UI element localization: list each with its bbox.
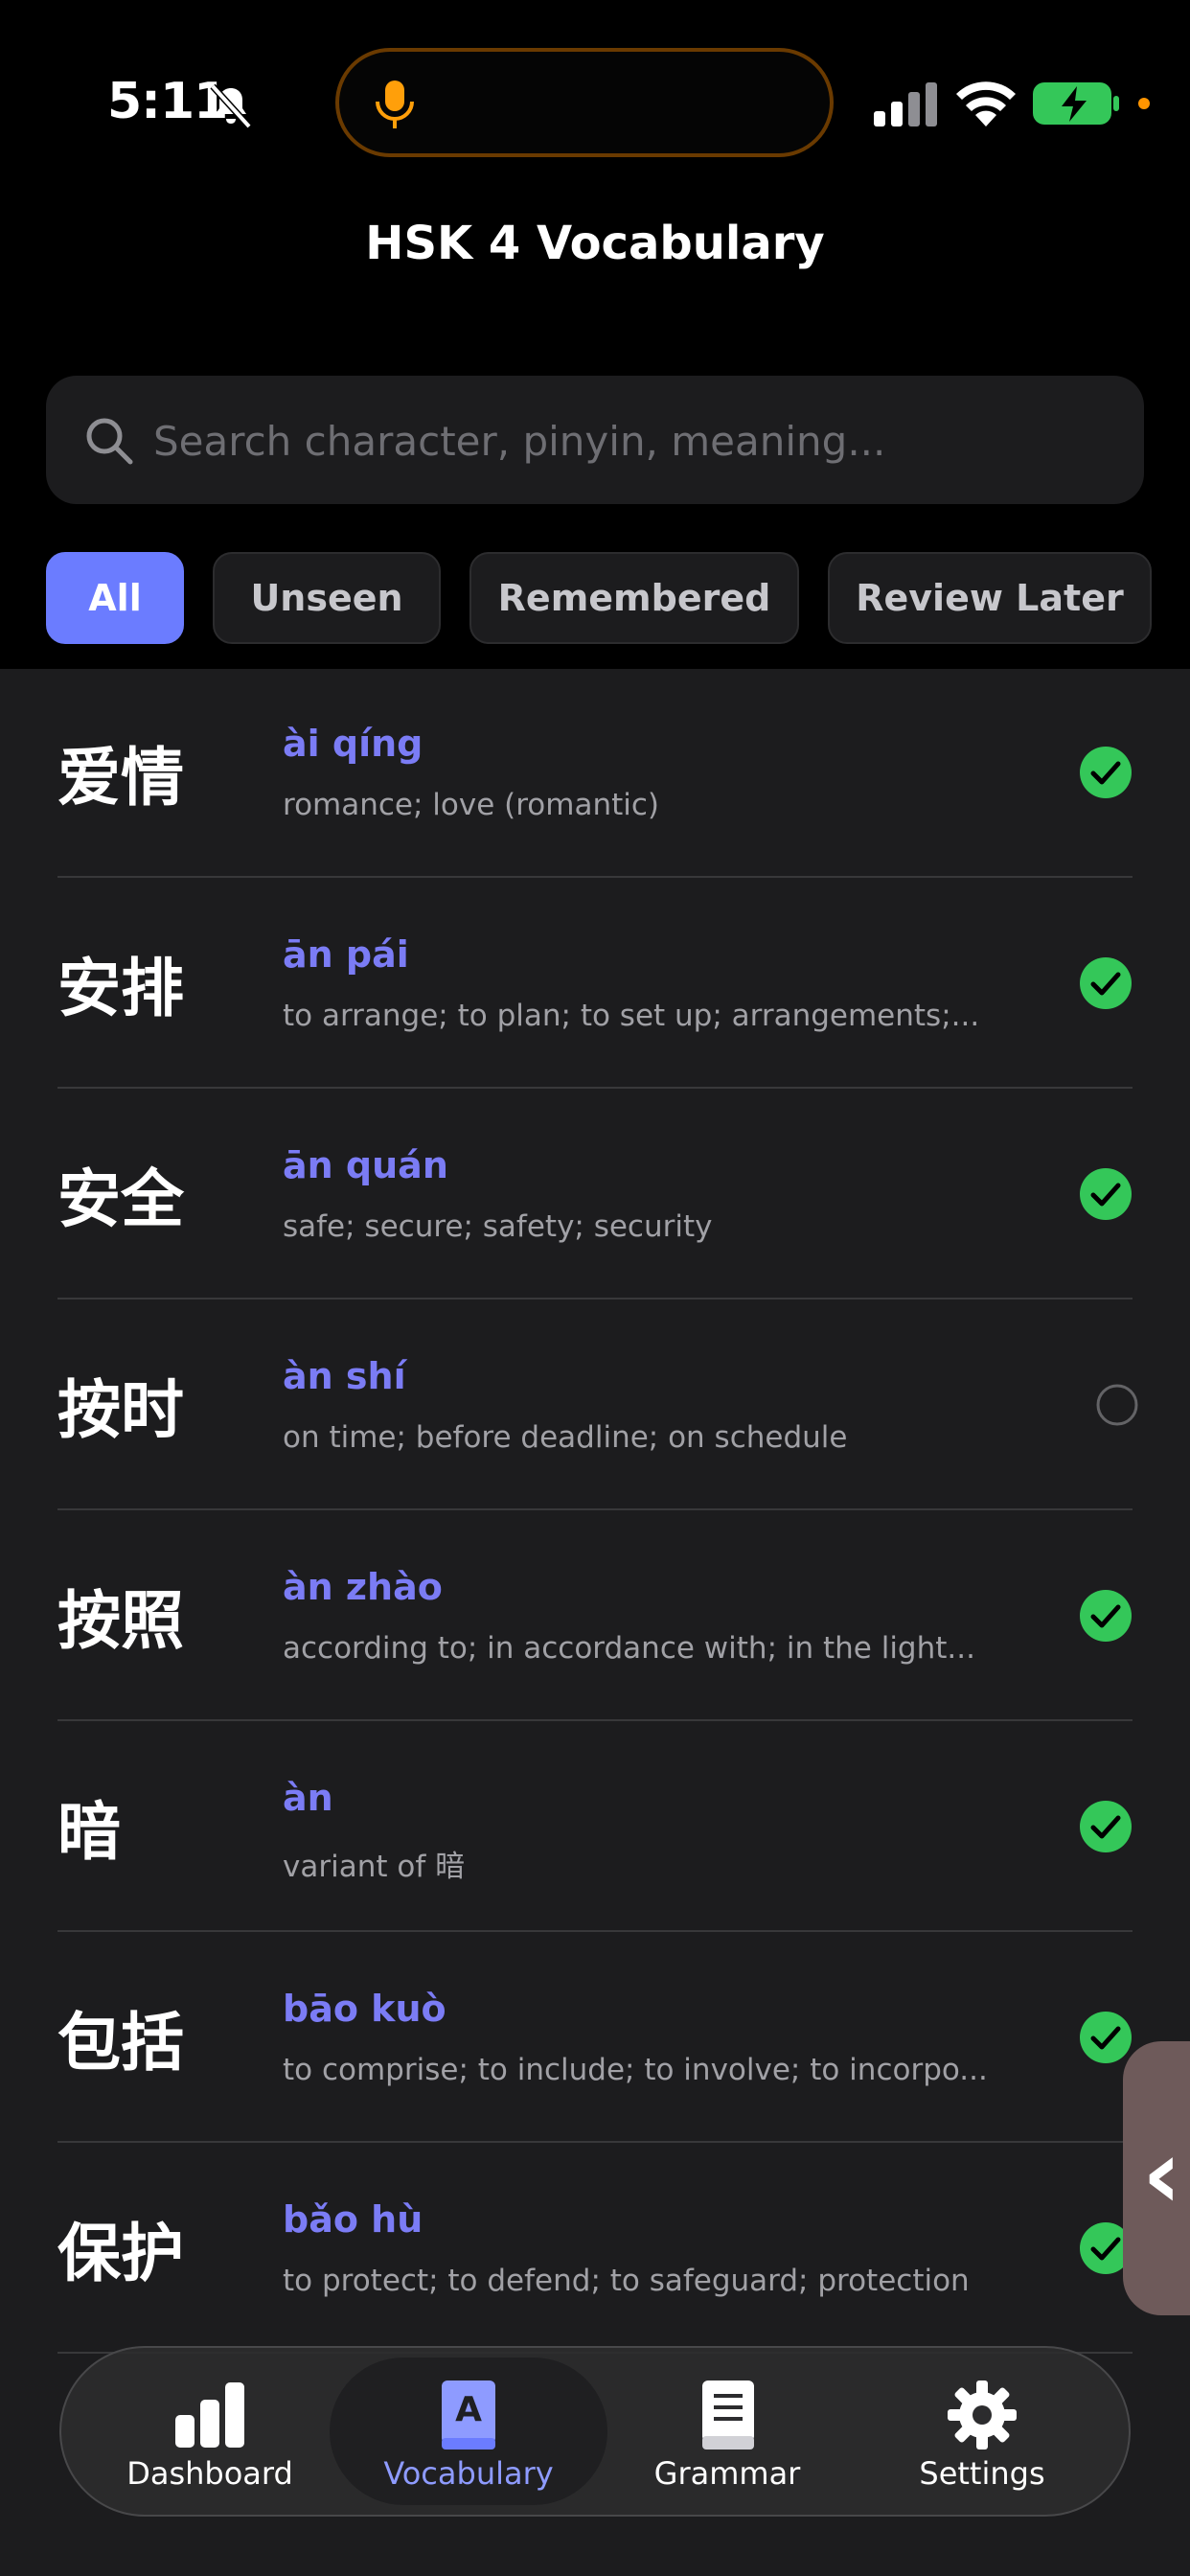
vocab-hanzi: 按时 — [57, 1373, 184, 1447]
filter-review-later[interactable]: Review Later — [828, 552, 1152, 644]
vocab-hanzi: 保护 — [57, 2217, 184, 2290]
privacy-indicator — [1138, 98, 1150, 109]
page-title: HSK 4 Vocabulary — [365, 217, 825, 270]
vocab-hanzi: 暗 — [57, 1795, 121, 1869]
vocab-pinyin: ài qíng — [283, 723, 423, 765]
vocab-meaning: according to; in accordance with; in the… — [283, 1631, 975, 1666]
tab-label: Dashboard — [126, 2455, 293, 2492]
vocab-hanzi: 包括 — [57, 2006, 184, 2080]
vocab-row[interactable]: 暗 àn variant of 暗 — [57, 1723, 1133, 1932]
filter-unseen[interactable]: Unseen — [213, 552, 441, 644]
vocab-pinyin: ān pái — [283, 933, 409, 976]
empty-circle-icon[interactable] — [1090, 1378, 1144, 1432]
wifi-icon — [956, 81, 1016, 126]
vocab-hanzi: 按照 — [57, 1584, 184, 1658]
check-circle-icon[interactable] — [1079, 1167, 1133, 1221]
status-bar: 5:11 — [0, 0, 1190, 192]
gear-icon — [948, 2380, 1017, 2450]
vocab-row[interactable]: 安全 ān quán safe; secure; safety; securit… — [57, 1091, 1133, 1300]
vocab-meaning: to comprise; to include; to involve; to … — [283, 2053, 988, 2087]
vocab-meaning: romance; love (romantic) — [283, 788, 660, 822]
bar-chart-icon — [175, 2382, 244, 2448]
tab-grammar[interactable]: Grammar — [607, 2348, 847, 2515]
tab-vocabulary[interactable]: A Vocabulary — [330, 2358, 607, 2505]
book-icon — [702, 2380, 754, 2450]
svg-text:A: A — [455, 2390, 482, 2429]
chevron-left-icon: ‹ — [1142, 2118, 1182, 2230]
vocab-row[interactable]: 包括 bāo kuò to comprise; to include; to i… — [57, 1934, 1133, 2143]
vocab-pinyin: àn shí — [283, 1355, 406, 1397]
check-circle-icon[interactable] — [1079, 746, 1133, 799]
check-circle-icon[interactable] — [1079, 956, 1133, 1010]
vocab-meaning: to arrange; to plan; to set up; arrangem… — [283, 999, 980, 1033]
tab-settings[interactable]: Settings — [862, 2348, 1102, 2515]
vocab-meaning: to protect; to defend; to safeguard; pro… — [283, 2264, 970, 2298]
vocab-meaning: on time; before deadline; on schedule — [283, 1420, 848, 1455]
vocab-pinyin: ān quán — [283, 1144, 448, 1186]
vocab-pinyin: bāo kuò — [283, 1988, 446, 2030]
check-circle-icon[interactable] — [1079, 1589, 1133, 1643]
side-drawer-handle[interactable]: ‹ — [1123, 2041, 1190, 2315]
vocab-pinyin: bǎo hù — [283, 2198, 423, 2241]
search-icon — [86, 418, 133, 465]
filter-remembered[interactable]: Remembered — [469, 552, 799, 644]
dynamic-island — [335, 48, 834, 157]
tab-dashboard[interactable]: Dashboard — [90, 2348, 330, 2515]
check-circle-icon[interactable] — [1079, 1800, 1133, 1853]
vocab-pinyin: àn zhào — [283, 1566, 443, 1608]
vocab-meaning: variant of 暗 — [283, 1850, 466, 1884]
tab-bar: Dashboard A Vocabulary Grammar Settings — [59, 2346, 1131, 2517]
vocab-row[interactable]: 按时 àn shí on time; before deadline; on s… — [57, 1301, 1138, 1510]
check-circle-icon[interactable] — [1079, 2011, 1133, 2064]
dictionary-icon: A — [442, 2380, 495, 2450]
search-bar[interactable] — [46, 376, 1144, 506]
cellular-signal-icon — [874, 82, 937, 126]
vocab-hanzi: 安排 — [57, 952, 184, 1025]
vocabulary-list[interactable]: 爱情 ài qíng romance; love (romantic) 安排 ā… — [0, 669, 1190, 2576]
vocab-pinyin: àn — [283, 1777, 333, 1819]
bell-muted-icon — [210, 83, 252, 129]
battery-charging-icon — [1033, 82, 1119, 125]
vocab-row[interactable]: 爱情 ài qíng romance; love (romantic) — [57, 669, 1133, 878]
tab-label: Settings — [919, 2455, 1045, 2492]
vocab-hanzi: 爱情 — [57, 741, 184, 815]
vocab-row[interactable]: 按照 àn zhào according to; in accordance w… — [57, 1512, 1133, 1721]
vocab-row[interactable]: 安排 ān pái to arrange; to plan; to set up… — [57, 880, 1133, 1089]
search-input[interactable] — [151, 376, 1113, 506]
tab-label: Vocabulary — [383, 2455, 554, 2492]
filter-all[interactable]: All — [46, 552, 184, 644]
vocab-hanzi: 安全 — [57, 1162, 184, 1236]
vocab-meaning: safe; secure; safety; security — [283, 1209, 713, 1244]
vocab-row[interactable]: 保护 bǎo hù to protect; to defend; to safe… — [57, 2145, 1133, 2354]
tab-label: Grammar — [653, 2455, 801, 2492]
microphone-icon — [376, 80, 414, 128]
